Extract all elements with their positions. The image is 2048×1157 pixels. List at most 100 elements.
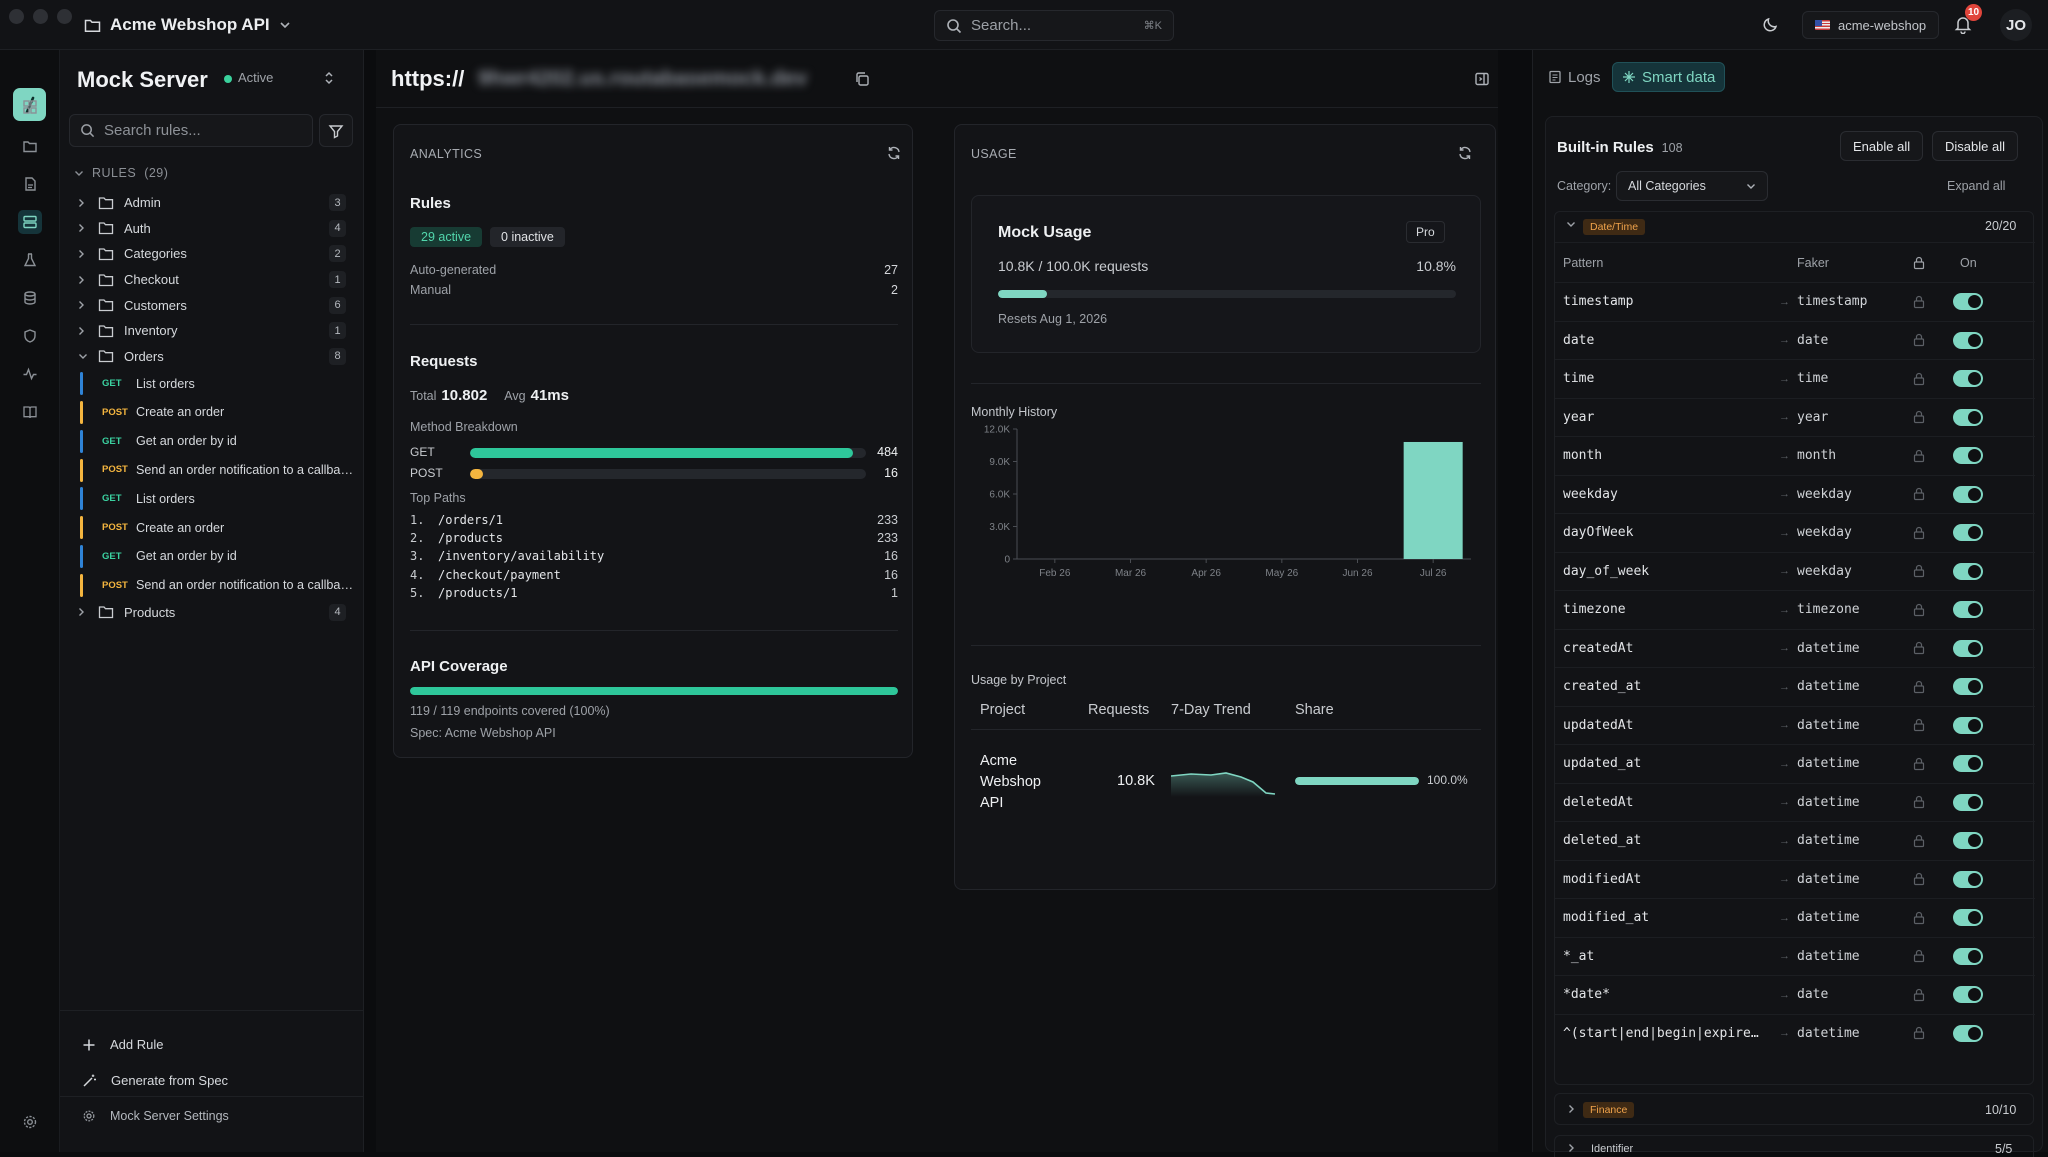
panel-toggle-icon[interactable] [1474,71,1490,87]
rule-enabled-toggle[interactable] [1953,909,1983,927]
window-maximize-button[interactable] [57,9,72,24]
lock-icon[interactable] [1913,449,1925,463]
magic-wand-icon [82,1073,97,1088]
lock-icon[interactable] [1913,872,1925,886]
rules-section-toggle[interactable]: RULES (29) [74,166,168,180]
lock-icon[interactable] [1913,487,1925,501]
filter-button[interactable] [319,114,353,147]
folder-inventory[interactable]: Inventory 1 [60,318,364,344]
project-switcher[interactable]: Acme Webshop API [84,13,291,37]
rule-enabled-toggle[interactable] [1953,562,1983,580]
lock-icon[interactable] [1913,564,1925,578]
lock-icon[interactable] [1913,526,1925,540]
dashboard-icon[interactable] [18,95,42,119]
lock-icon[interactable] [1913,834,1925,848]
mock-server-settings-button[interactable]: Mock Server Settings [82,1109,229,1123]
rule-enabled-toggle[interactable] [1953,293,1983,311]
rule-enabled-toggle[interactable] [1953,331,1983,349]
chevron-up-down-icon[interactable] [323,70,335,86]
lock-icon[interactable] [1913,410,1925,424]
rule-item[interactable]: POST Send an order notification to a call… [60,456,364,485]
copy-icon[interactable] [854,71,870,87]
rule-item[interactable]: GET List orders [60,369,364,398]
tab-smart-data[interactable]: Smart data [1612,62,1726,92]
window-minimize-button[interactable] [33,9,48,24]
book-icon[interactable] [18,400,42,424]
group-finance[interactable]: Finance 10/10 [1554,1093,2034,1125]
rule-enabled-toggle[interactable] [1953,1024,1983,1042]
avatar[interactable]: JO [2000,9,2032,41]
lock-icon[interactable] [1913,333,1925,347]
folder-orders[interactable]: Orders 8 [60,344,364,370]
lock-icon[interactable] [1913,295,1925,309]
refresh-icon[interactable] [1457,145,1473,161]
gear-icon[interactable] [18,1110,42,1134]
flask-icon[interactable] [18,248,42,272]
rule-enabled-toggle[interactable] [1953,832,1983,850]
lock-icon[interactable] [1913,718,1925,732]
window-close-button[interactable] [9,9,24,24]
collections-icon[interactable] [18,134,42,158]
category-select[interactable]: All Categories [1616,171,1768,201]
rule-item[interactable]: GET Get an order by id [60,427,364,456]
mock-server-icon[interactable] [18,210,42,234]
server-status: Active [238,70,274,85]
rule-item[interactable]: GET Get an order by id [60,542,364,571]
rule-enabled-toggle[interactable] [1953,639,1983,657]
generate-from-spec-button[interactable]: Generate from Spec [82,1073,228,1088]
rule-enabled-toggle[interactable] [1953,408,1983,426]
rule-enabled-toggle[interactable] [1953,447,1983,465]
tab-logs[interactable]: Logs [1539,62,1610,92]
rule-enabled-toggle[interactable] [1953,370,1983,388]
add-rule-button[interactable]: Add Rule [82,1037,163,1052]
group-identifier[interactable]: Identifier 5/5 [1554,1135,2034,1157]
folder-auth[interactable]: Auth 4 [60,216,364,242]
rule-enabled-toggle[interactable] [1953,716,1983,734]
folder-categories[interactable]: Categories 2 [60,241,364,267]
folder-customers[interactable]: Customers 6 [60,292,364,318]
rule-enabled-toggle[interactable] [1953,524,1983,542]
moon-icon[interactable] [1762,15,1780,33]
lock-icon[interactable] [1913,641,1925,655]
database-icon[interactable] [18,286,42,310]
rule-item[interactable]: POST Create an order [60,398,364,427]
rule-enabled-toggle[interactable] [1953,601,1983,619]
requests-icon[interactable] [18,172,42,196]
rule-enabled-toggle[interactable] [1953,947,1983,965]
folder-products[interactable]: Products 4 [60,600,364,626]
rule-enabled-toggle[interactable] [1953,986,1983,1004]
rule-enabled-toggle[interactable] [1953,678,1983,696]
analytics-card: ANALYTICS Rules 29 active 0 inactive Aut… [393,124,913,758]
rule-item[interactable]: GET List orders [60,484,364,513]
activity-icon[interactable] [18,362,42,386]
shield-icon[interactable] [18,324,42,348]
global-search-input[interactable]: Search... ⌘K [934,10,1174,41]
lock-icon[interactable] [1913,949,1925,963]
project-name[interactable]: Acme Webshop API [980,751,1041,814]
rule-item[interactable]: POST Send an order notification to a call… [60,571,364,600]
lock-icon[interactable] [1913,911,1925,925]
folder-admin[interactable]: Admin 3 [60,190,364,216]
lock-icon[interactable] [1913,795,1925,809]
method-breakdown-label: Method Breakdown [410,420,518,434]
lock-icon[interactable] [1913,757,1925,771]
rule-enabled-toggle[interactable] [1953,485,1983,503]
lock-icon[interactable] [1913,680,1925,694]
url-host[interactable]: 9hwr4202.us.routabasemock.dev [478,67,807,91]
lock-icon[interactable] [1913,988,1925,1002]
folder-checkout[interactable]: Checkout 1 [60,267,364,293]
rule-enabled-toggle[interactable] [1953,793,1983,811]
rule-enabled-toggle[interactable] [1953,755,1983,773]
rule-item[interactable]: POST Create an order [60,513,364,542]
group-date-time-header[interactable]: Date/Time 20/20 [1555,212,2035,242]
workspace-selector[interactable]: acme-webshop [1802,11,1940,39]
enable-all-button[interactable]: Enable all [1840,131,1924,161]
lock-icon[interactable] [1913,603,1925,617]
rule-enabled-toggle[interactable] [1953,870,1983,888]
expand-all-link[interactable]: Expand all [1947,179,2005,193]
disable-all-button[interactable]: Disable all [1932,131,2018,161]
refresh-icon[interactable] [886,145,902,161]
lock-icon[interactable] [1913,1026,1925,1040]
rules-search-input[interactable]: Search rules... [69,114,313,147]
lock-icon[interactable] [1913,372,1925,386]
